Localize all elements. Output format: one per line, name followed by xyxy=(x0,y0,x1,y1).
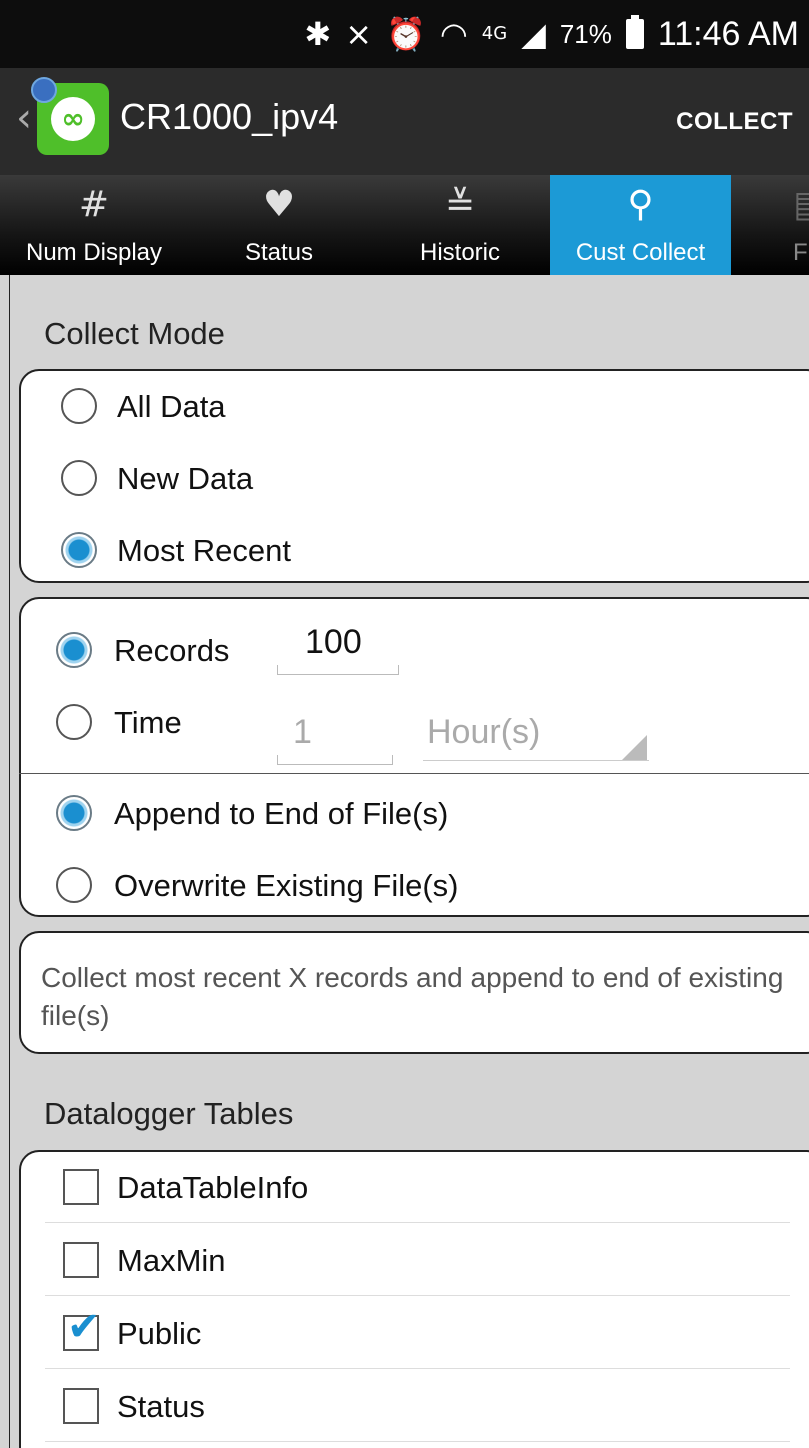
time-input-underline xyxy=(277,755,393,765)
butterfly-net-icon: ⚲ xyxy=(627,184,654,225)
action-bar: ‹ ∞ CR1000_ipv4 COLLECT xyxy=(0,68,809,175)
checkbox-label[interactable]: Status xyxy=(117,1389,205,1425)
historic-icon: ≚ xyxy=(444,184,476,225)
radio-label[interactable]: Overwrite Existing File(s) xyxy=(114,868,459,904)
radio-most-recent[interactable] xyxy=(61,532,97,568)
radio-label[interactable]: Time xyxy=(114,705,182,741)
divider xyxy=(19,773,809,774)
tab-num-display[interactable]: # Num Display xyxy=(0,175,188,275)
checkbox-maxmin[interactable] xyxy=(63,1242,99,1278)
description-text: Collect most recent X records and append… xyxy=(41,962,784,1031)
mute-icon: ⨯ xyxy=(345,15,373,53)
tab-files[interactable]: ▤ F xyxy=(731,175,809,275)
row-divider xyxy=(45,1295,790,1296)
network-4g-icon: 4G xyxy=(481,23,508,44)
tab-label: Num Display xyxy=(25,239,163,266)
checkbox-public[interactable]: ✔ xyxy=(63,1307,101,1351)
radio-label[interactable]: New Data xyxy=(117,461,253,497)
page-title: CR1000_ipv4 xyxy=(120,96,339,137)
radio-label[interactable]: Most Recent xyxy=(117,533,291,569)
checkmark-icon: ✔ xyxy=(67,1304,101,1350)
radio-all-data[interactable] xyxy=(61,388,97,424)
heart-icon: ♥ xyxy=(262,184,296,225)
radio-records[interactable] xyxy=(56,632,92,668)
wifi-icon: ◠ xyxy=(439,15,468,53)
radio-overwrite[interactable] xyxy=(56,867,92,903)
time-unit-dropdown[interactable]: Hour(s) xyxy=(427,713,540,752)
row-divider xyxy=(45,1368,790,1369)
checkbox-label[interactable]: DataTableInfo xyxy=(117,1170,308,1206)
battery-percent: 71% xyxy=(559,18,612,49)
radio-label[interactable]: Records xyxy=(114,633,229,669)
hash-icon: # xyxy=(78,184,110,225)
datalogger-tables-title: Datalogger Tables xyxy=(44,1096,294,1131)
table-icon: ▤ xyxy=(793,187,809,223)
radio-label[interactable]: Append to End of File(s) xyxy=(114,796,448,832)
radio-time[interactable] xyxy=(56,704,92,740)
tables-card: DataTableInfo MaxMin ✔ Public Status xyxy=(19,1150,809,1448)
collect-mode-title: Collect Mode xyxy=(44,316,225,351)
collect-button[interactable]: COLLECT xyxy=(676,108,793,136)
checkbox-datatableinfo[interactable] xyxy=(63,1169,99,1205)
tab-label: Cust Collect xyxy=(575,239,706,266)
radio-label[interactable]: All Data xyxy=(117,389,226,425)
alarm-icon: ⏰ xyxy=(386,15,426,53)
tab-status[interactable]: ♥ Status xyxy=(188,175,370,275)
checkbox-label[interactable]: Public xyxy=(117,1316,201,1352)
description-card: Collect most recent X records and append… xyxy=(19,931,809,1054)
back-chevron-icon[interactable]: ‹ xyxy=(16,98,32,138)
time-input[interactable]: 1 xyxy=(293,713,312,752)
tab-bar: # Num Display ♥ Status ≚ Historic ⚲ Cust… xyxy=(0,175,809,275)
row-divider xyxy=(45,1222,790,1223)
checkbox-status[interactable] xyxy=(63,1388,99,1424)
content-edge xyxy=(9,275,10,1448)
collect-options-card: Records 100 Time 1 Hour(s) Append to End… xyxy=(19,597,809,917)
tab-label: Historic xyxy=(419,239,500,266)
time-unit-underline xyxy=(423,760,649,761)
row-divider xyxy=(45,1441,790,1442)
link-icon: ∞ xyxy=(51,97,95,141)
battery-icon xyxy=(625,15,644,49)
tab-historic[interactable]: ≚ Historic xyxy=(370,175,550,275)
signal-icon: ◢ xyxy=(521,15,546,53)
status-icons: ✱ ⨯ ⏰ ◠ 4G ◢ 71% 11:46 AM xyxy=(304,0,809,68)
records-input-underline xyxy=(277,665,399,675)
app-icon[interactable]: ∞ xyxy=(31,77,109,155)
globe-badge-icon xyxy=(31,77,57,103)
dropdown-arrow-icon xyxy=(621,735,647,761)
clock: 11:46 AM xyxy=(657,14,799,53)
bluetooth-icon: ✱ xyxy=(304,15,332,53)
tab-label: Status xyxy=(244,239,314,266)
collect-mode-card: All Data New Data Most Recent xyxy=(19,369,809,583)
checkbox-label[interactable]: MaxMin xyxy=(117,1243,226,1279)
radio-new-data[interactable] xyxy=(61,460,97,496)
records-input[interactable]: 100 xyxy=(305,623,362,662)
radio-append[interactable] xyxy=(56,795,92,831)
status-bar: ✱ ⨯ ⏰ ◠ 4G ◢ 71% 11:46 AM xyxy=(0,0,809,68)
tab-label: F xyxy=(793,239,808,266)
tab-cust-collect[interactable]: ⚲ Cust Collect xyxy=(550,175,731,275)
